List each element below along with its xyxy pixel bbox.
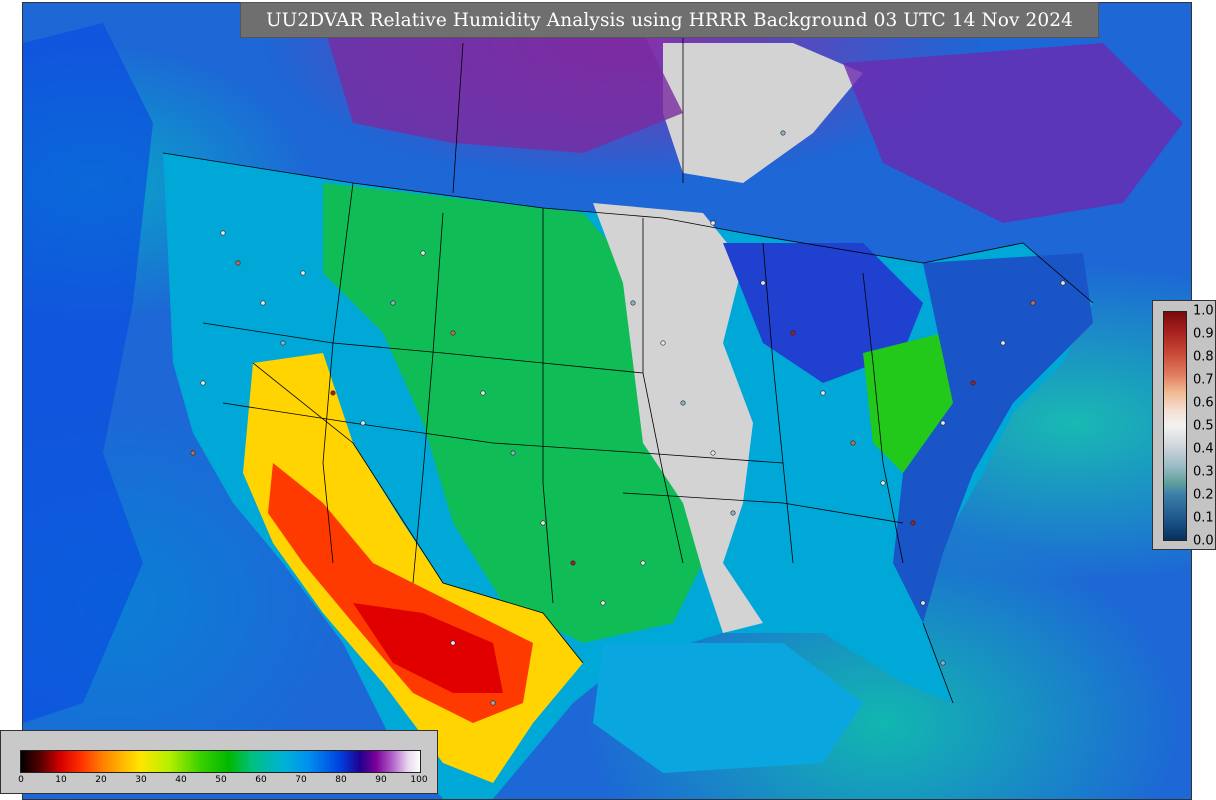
canada-saturated xyxy=(663,43,863,183)
rh-gradient-bar xyxy=(20,750,421,773)
rh-tick-label: 70 xyxy=(295,775,307,785)
obs-tick-label: 0.3 xyxy=(1193,464,1214,480)
rh-tick-label: 20 xyxy=(95,775,107,785)
rh-tick-label: 90 xyxy=(375,775,387,785)
relative-humidity-colorbar: 0 10 20 30 40 50 60 70 80 90 100 xyxy=(0,730,438,794)
rh-tick-label: 80 xyxy=(335,775,347,785)
obs-tick-label: 1.0 xyxy=(1193,303,1214,319)
obs-tick-label: 0.1 xyxy=(1193,510,1214,526)
obs-tick-label: 0.5 xyxy=(1193,418,1214,434)
atlantic-canada-purple xyxy=(843,43,1183,223)
rh-tick-label: 30 xyxy=(135,775,147,785)
canadian-purple-band xyxy=(323,23,683,153)
obs-tick-label: 0.8 xyxy=(1193,349,1214,365)
observation-colorbar: 1.0 0.9 0.8 0.7 0.6 0.5 0.4 0.3 0.2 0.1 … xyxy=(1152,300,1216,550)
obs-tick-label: 0.7 xyxy=(1193,372,1214,388)
obs-tick-label: 0.9 xyxy=(1193,326,1214,342)
pacific-moist-band xyxy=(23,23,153,723)
obs-tick-label: 0.6 xyxy=(1193,395,1214,411)
rh-tick-label: 50 xyxy=(215,775,227,785)
gulf-water xyxy=(593,643,863,773)
rh-tick-label: 10 xyxy=(55,775,67,785)
observation-gradient-bar xyxy=(1163,311,1187,541)
map-canvas xyxy=(23,23,1183,799)
rh-tick-label: 40 xyxy=(175,775,187,785)
obs-tick-label: 0.0 xyxy=(1193,533,1214,549)
obs-tick-label: 0.2 xyxy=(1193,487,1214,503)
obs-tick-label: 0.4 xyxy=(1193,441,1214,457)
rh-tick-label: 100 xyxy=(410,775,428,785)
rh-tick-label: 0 xyxy=(18,775,24,785)
rh-tick-label: 60 xyxy=(255,775,267,785)
map-title: UU2DVAR Relative Humidity Analysis using… xyxy=(240,2,1099,38)
humidity-map xyxy=(22,2,1192,800)
